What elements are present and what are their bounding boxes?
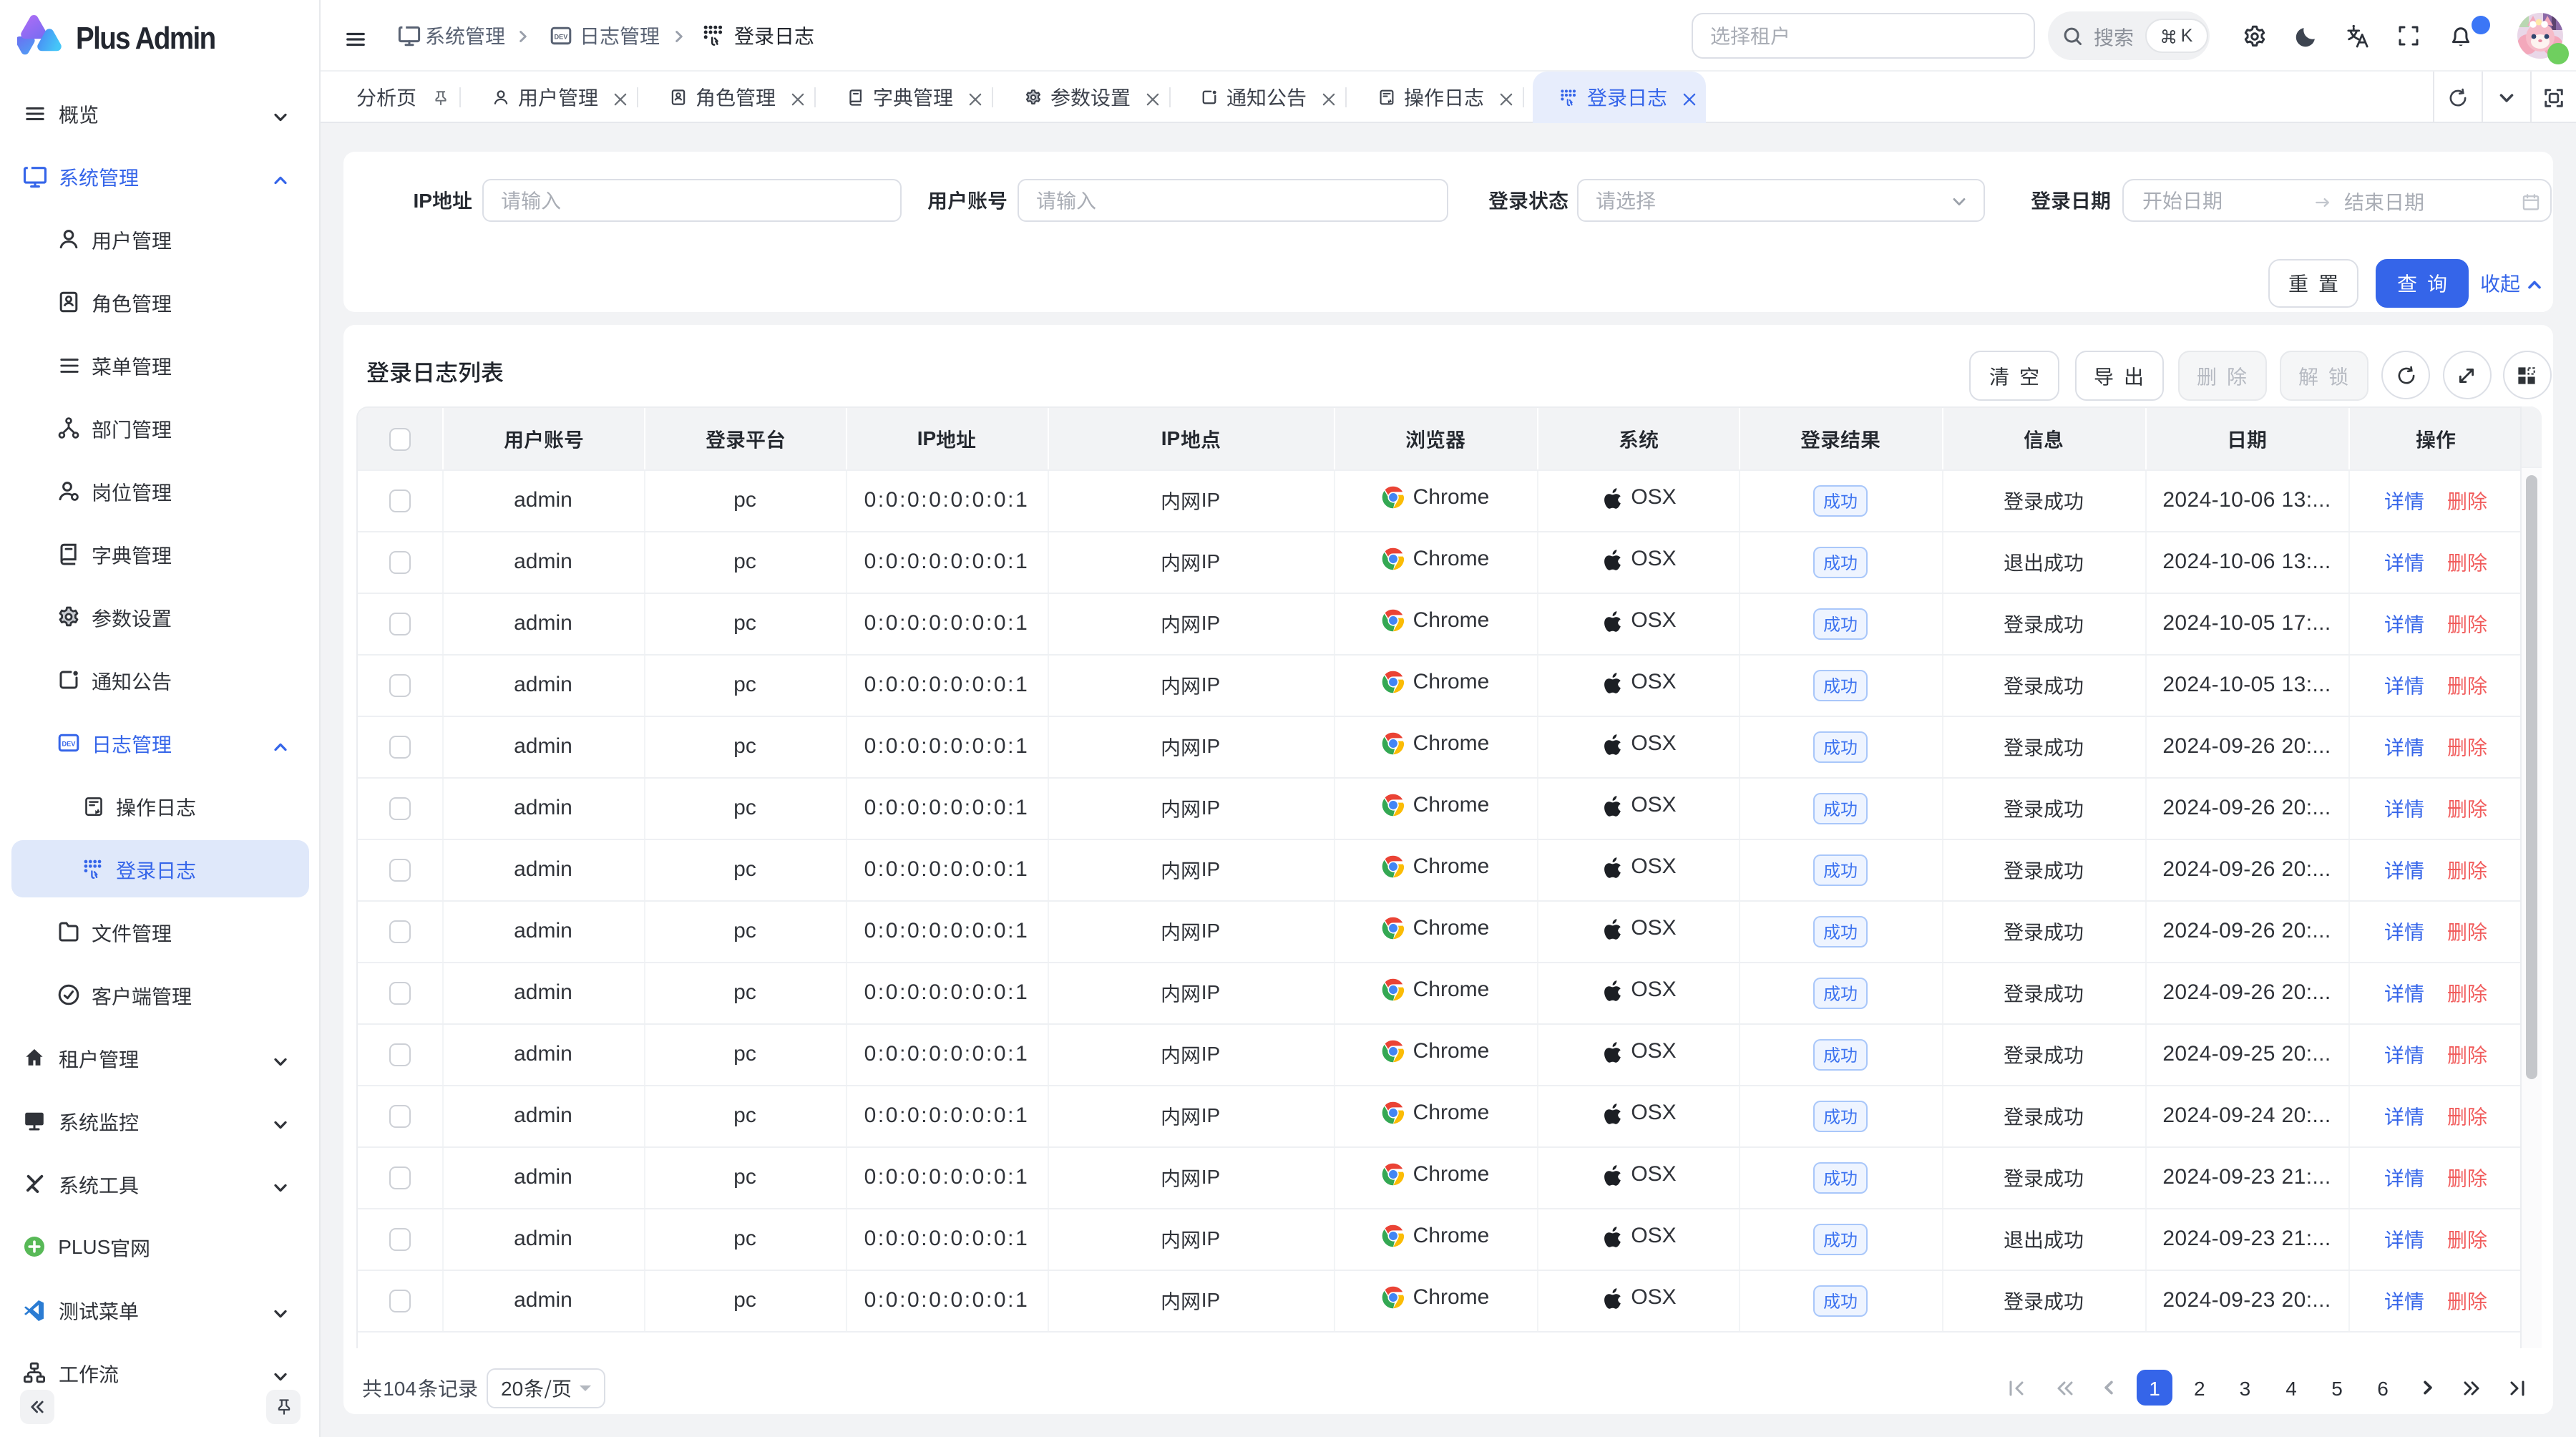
svg-text:DEV: DEV [555,33,569,40]
svg-text:DEV: DEV [62,740,77,747]
